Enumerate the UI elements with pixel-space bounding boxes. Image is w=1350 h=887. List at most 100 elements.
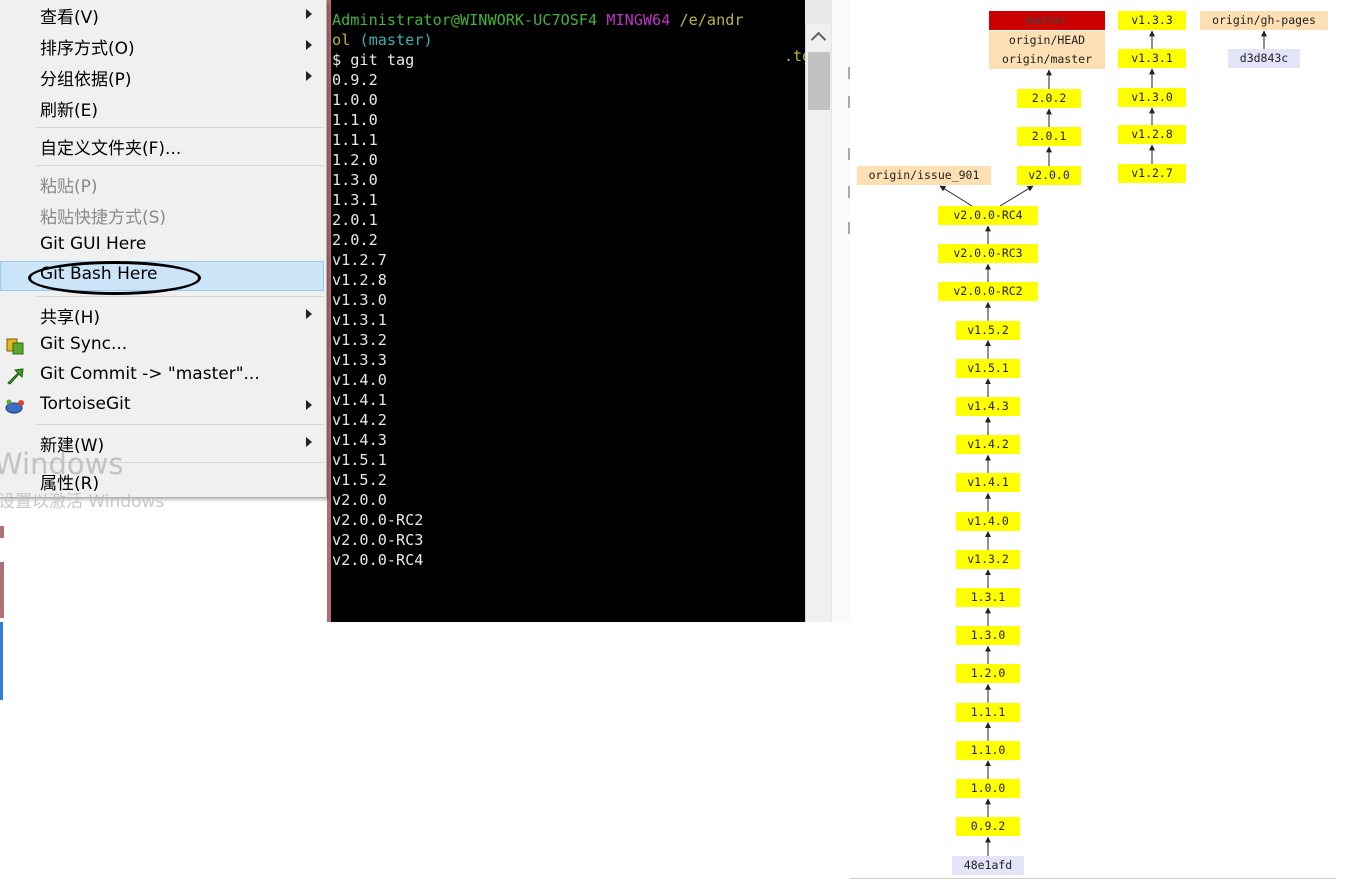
menu-item-sort-by[interactable]: 排序方式(O)	[0, 31, 324, 61]
tag-node: 0.9.2	[956, 817, 1020, 837]
tortoisegit-icon	[4, 395, 26, 417]
tag-node: v2.0.0-RC4	[938, 206, 1038, 225]
submenu-arrow-icon	[306, 309, 312, 319]
tag-line: v1.5.2	[332, 471, 387, 489]
activation-watermark-title: Windows	[0, 447, 124, 481]
graph-edge	[999, 185, 1034, 207]
context-menu: 查看(V) 排序方式(O) 分组依据(P) 刷新(E) 自定义文件夹(F)...…	[0, 0, 327, 498]
menu-item-git-bash-here[interactable]: Git Bash Here	[0, 261, 324, 291]
tag-node: v1.2.7	[1118, 164, 1186, 183]
tag-line: 1.1.0	[332, 111, 378, 129]
background-window-edge	[0, 622, 3, 700]
prompt-env: MINGW64	[606, 11, 671, 29]
background-window-edge	[0, 562, 4, 618]
tag-line: 1.2.0	[332, 151, 378, 169]
tag-line: 0.9.2	[332, 71, 378, 89]
submenu-arrow-icon	[306, 437, 312, 447]
tag-line: v1.3.3	[332, 351, 387, 369]
tag-line: v1.3.0	[332, 291, 387, 309]
tag-line: v1.4.3	[332, 431, 387, 449]
terminal-ghost-text: .to	[784, 47, 805, 65]
menu-item-share[interactable]: 共享(H)	[0, 300, 324, 330]
tag-node: 2.0.1	[1017, 127, 1081, 146]
tag-node: v1.4.2	[956, 435, 1020, 455]
tag-node: v1.4.0	[956, 511, 1020, 531]
tag-line: v1.2.8	[332, 271, 387, 289]
git-commit-icon	[4, 365, 26, 387]
menu-separator	[36, 127, 324, 128]
tag-node: v1.3.1	[1118, 49, 1186, 68]
tag-node: v1.3.0	[1118, 88, 1186, 107]
tag-line: v1.4.0	[332, 371, 387, 389]
branch-ref-node: origin/issue_901	[857, 166, 991, 185]
tag-node: v1.3.3	[1118, 11, 1186, 30]
scrollbar-thumb[interactable]	[808, 52, 830, 110]
terminal-output: Administrator@WINWORK-UC7OSF4 MINGW64 /e…	[332, 10, 744, 570]
git-bash-terminal[interactable]: Administrator@WINWORK-UC7OSF4 MINGW64 /e…	[327, 0, 805, 622]
prompt-branch: (master)	[359, 31, 433, 49]
tag-node: v1.5.2	[956, 320, 1020, 340]
menu-item-tortoisegit[interactable]: TortoiseGit	[0, 391, 324, 421]
tag-node: v1.2.8	[1118, 125, 1186, 144]
tag-line: 2.0.1	[332, 211, 378, 229]
menu-item-git-gui-here[interactable]: Git GUI Here	[0, 231, 324, 261]
menu-separator	[36, 424, 324, 425]
terminal-scrollbar[interactable]	[805, 24, 832, 622]
tag-line: v2.0.0-RC2	[332, 511, 424, 529]
tag-line: v1.5.1	[332, 451, 387, 469]
tag-node: 1.2.0	[956, 664, 1020, 684]
tag-line: v2.0.0-RC3	[332, 531, 424, 549]
menu-item-view[interactable]: 查看(V)	[0, 0, 324, 30]
tag-list: 0.9.2 1.0.0 1.1.0 1.1.1 1.2.0 1.3.0 1.3.…	[332, 71, 423, 569]
tag-node: 1.3.0	[956, 626, 1020, 646]
tag-node: v1.4.3	[956, 397, 1020, 416]
tag-node: 1.1.1	[956, 702, 1020, 722]
prompt-user: Administrator@WINWORK-UC7OSF4	[332, 11, 598, 29]
tag-line: v1.2.7	[332, 251, 387, 269]
menu-item-paste[interactable]: 粘贴(P)	[0, 169, 324, 199]
submenu-arrow-icon	[306, 71, 312, 81]
submenu-arrow-icon	[306, 400, 312, 410]
activation-watermark-subtitle: 设置以激活 Windows	[0, 492, 165, 512]
tag-line: 2.0.2	[332, 231, 378, 249]
tag-node: 1.0.0	[956, 779, 1020, 798]
menu-item-group-by[interactable]: 分组依据(P)	[0, 62, 324, 92]
branch-ref-node: origin/gh-pages	[1200, 11, 1328, 30]
commit-node: d3d843c	[1228, 49, 1300, 68]
scroll-up-icon[interactable]	[810, 31, 827, 48]
tag-line: 1.1.1	[332, 131, 378, 149]
background-window-strip	[831, 0, 850, 622]
tag-node: v1.4.1	[956, 473, 1020, 493]
menu-separator	[36, 296, 324, 297]
current-branch-node: master	[989, 11, 1105, 30]
tag-node: 1.1.0	[956, 740, 1020, 760]
tag-node: v1.5.1	[956, 358, 1020, 378]
prompt-path-cont: ol	[332, 31, 351, 49]
commit-node: 48e1afd	[952, 856, 1024, 875]
menu-item-customize-folder[interactable]: 自定义文件夹(F)...	[0, 131, 324, 161]
branch-ref-node: origin/HEAD	[989, 31, 1105, 50]
tag-node: v2.0.0	[1017, 166, 1081, 185]
menu-item-git-commit[interactable]: Git Commit -> "master"...	[0, 361, 324, 391]
tag-node: 1.3.1	[956, 588, 1020, 607]
tag-line: v1.4.2	[332, 411, 387, 429]
tag-line: 1.3.1	[332, 191, 378, 209]
tag-line: v1.3.1	[332, 311, 387, 329]
tag-line: 1.3.0	[332, 171, 378, 189]
git-commit-graph: v2.0.0-RC4 v2.0.0-RC3 v2.0.0-RC2 v1.5.2 v1.5…	[850, 0, 1350, 887]
git-sync-icon	[4, 335, 26, 357]
graph-baseline	[850, 878, 1336, 879]
menu-item-paste-shortcut[interactable]: 粘贴快捷方式(S)	[0, 200, 324, 230]
tag-line: 1.0.0	[332, 91, 378, 109]
tag-line: v1.4.1	[332, 391, 387, 409]
menu-separator	[36, 165, 324, 166]
graph-edge	[939, 185, 973, 207]
menu-item-refresh[interactable]: 刷新(E)	[0, 93, 324, 123]
background-window-edge	[0, 526, 4, 538]
menu-item-git-sync[interactable]: Git Sync...	[0, 331, 324, 361]
tag-line: v2.0.0	[332, 491, 387, 509]
submenu-arrow-icon	[306, 40, 312, 50]
terminal-command: $ git tag	[332, 51, 415, 69]
prompt-path: /e/andr	[679, 11, 744, 29]
tag-node: v2.0.0-RC3	[938, 244, 1038, 264]
